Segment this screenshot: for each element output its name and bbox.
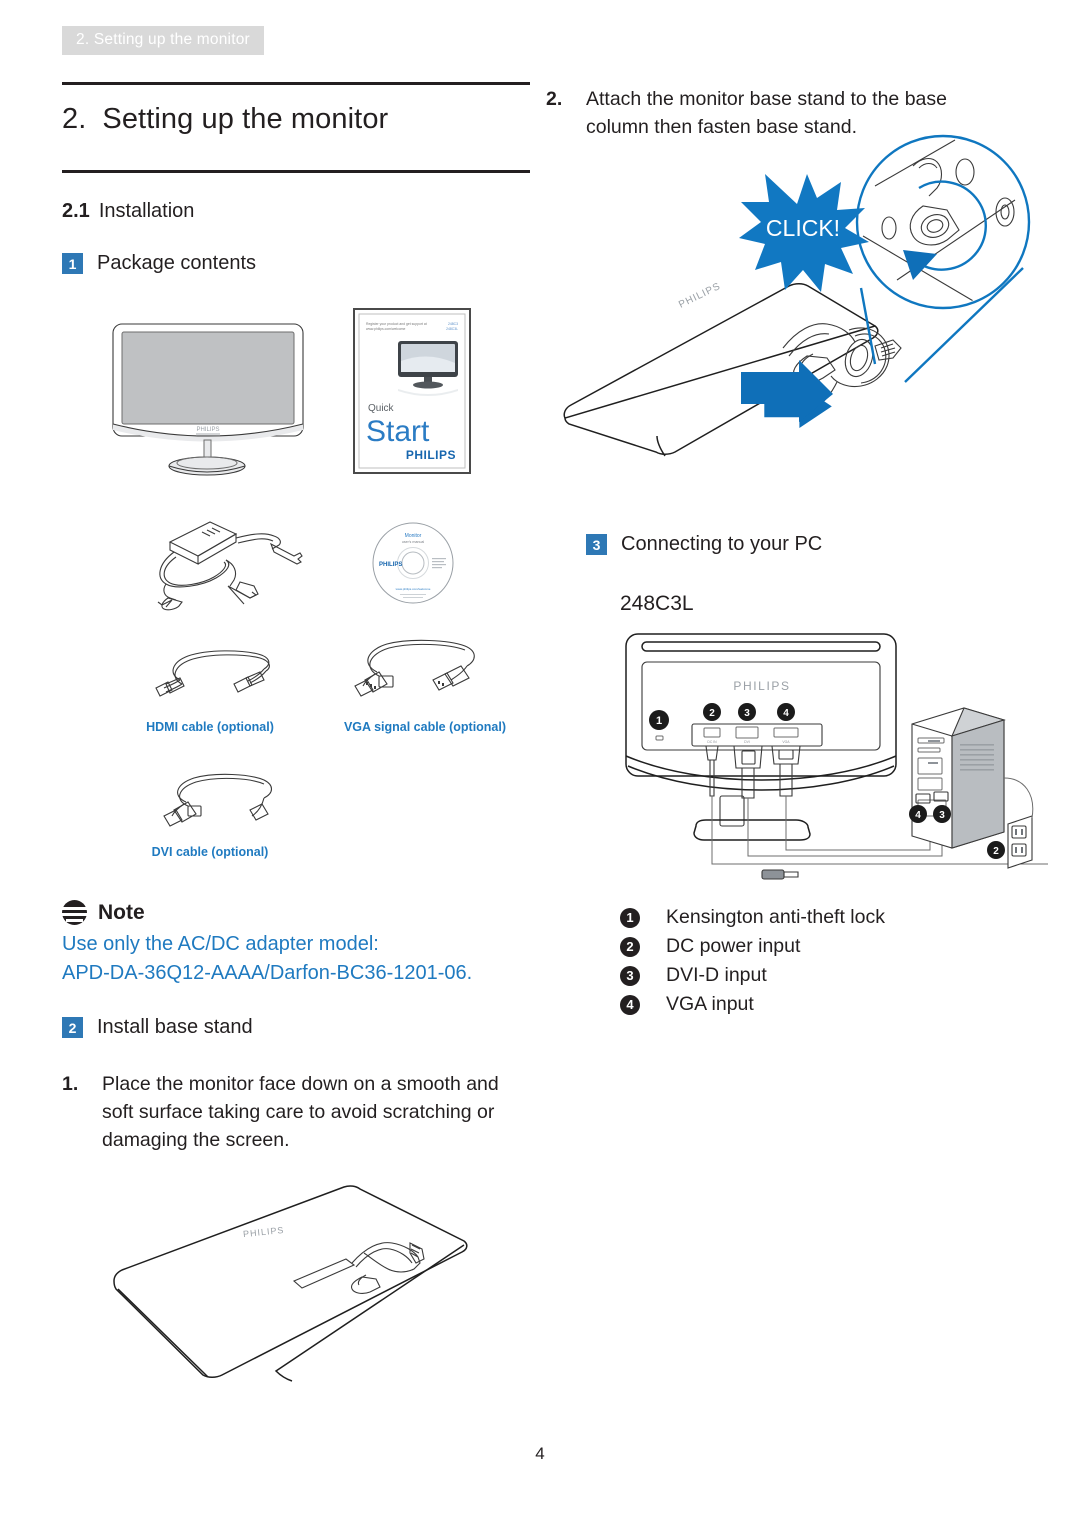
figure-rear-connections: PHILIPS DC IN DVI VGA 1 2 3 4 4 3 2	[612, 628, 1052, 890]
svg-text:3: 3	[744, 708, 750, 719]
rear-callout-dots: 1 2 3 4	[649, 703, 795, 730]
caption-dvi-cable: DVI cable (optional)	[151, 845, 269, 859]
cd-line1: Monitor	[405, 533, 422, 539]
rear-brand: PHILIPS	[733, 679, 790, 693]
cd-url: www.philips.com/welcome	[396, 587, 431, 591]
monitor-brand-text: PHILIPS	[196, 427, 219, 433]
figure-dvi-cable	[150, 762, 280, 838]
note-body: Use only the AC/DC adapter model: APD-DA…	[62, 930, 472, 988]
svg-text:DC IN: DC IN	[707, 740, 717, 744]
section-title: Installation	[98, 200, 195, 222]
svg-text:2: 2	[993, 846, 999, 857]
svg-text:1: 1	[656, 715, 662, 727]
legend-item-2: 2 DC power input	[620, 932, 885, 961]
svg-text:VGA: VGA	[782, 740, 790, 744]
figure-monitor-face-down: PHILIPS	[80, 1185, 470, 1385]
figure-driver-cd: Monitor user's manual PHILIPS www.philip…	[370, 520, 456, 606]
qsg-model1: 248C3	[448, 322, 458, 326]
figure-attach-base-stand: PHILIPS CLICK!	[545, 134, 1045, 510]
legend-item-3: 3 DVI-D input	[620, 961, 885, 990]
subsection-label-install-base-stand: Install base stand	[97, 1016, 253, 1038]
svg-text:3: 3	[939, 810, 945, 821]
title-rule-top	[62, 82, 530, 85]
figure-hdmi-cable	[150, 636, 280, 706]
svg-text:DVI: DVI	[744, 740, 750, 744]
step-2-text: Attach the monitor base stand to the bas…	[586, 88, 947, 138]
figure-quick-start-guide: Register your product and get support at…	[352, 307, 472, 475]
caption-hdmi-cable: HDMI cable (optional)	[146, 720, 274, 734]
cd-line2: user's manual	[402, 540, 424, 544]
qsg-quick: Quick	[368, 403, 395, 414]
subsection-label-connecting-to-pc: Connecting to your PC	[621, 533, 823, 555]
qsg-brand: PHILIPS	[406, 448, 456, 462]
legend-item-1: 1 Kensington anti-theft lock	[620, 903, 885, 932]
cd-brand: PHILIPS	[379, 562, 402, 568]
svg-text:2: 2	[709, 708, 715, 719]
legend-dot-4: 4	[620, 994, 640, 1015]
qsg-line1: Register your product and get support at	[366, 322, 427, 326]
subsection-connecting-to-pc: 3 Connecting to your PC	[586, 533, 822, 556]
step-1-marker: 1.	[62, 1073, 79, 1095]
manual-page: 2. Setting up the monitor 2. Setting up t…	[0, 0, 1080, 1527]
note-line-2: APD-DA-36Q12-AAAA/Darfon-BC36-1201-06.	[62, 962, 473, 984]
outlet-callout-dot: 2	[987, 841, 1005, 859]
model-name: 248C3L	[620, 592, 694, 615]
attach-brand: PHILIPS	[677, 281, 723, 311]
note-heading: Note	[62, 900, 145, 925]
subsection-install-base-stand: 2 Install base stand	[62, 1016, 253, 1039]
figure-vga-cable	[345, 630, 485, 708]
figure-monitor-front: PHILIPS	[108, 320, 308, 480]
legend-label-2: DC power input	[666, 935, 801, 957]
note-line-1: Use only the AC/DC adapter model:	[62, 933, 379, 955]
subsection-package-contents: 1 Package contents	[62, 252, 256, 275]
subsection-label-package-contents: Package contents	[97, 252, 256, 274]
qsg-start: Start	[366, 415, 430, 448]
legend-item-4: 4 VGA input	[620, 990, 885, 1019]
click-label: CLICK!	[766, 215, 840, 241]
svg-text:4: 4	[915, 810, 921, 821]
note-title: Note	[98, 900, 145, 924]
caption-vga-cable: VGA signal cable (optional)	[343, 720, 507, 734]
legend-label-4: VGA input	[666, 993, 754, 1015]
page-title: 2. Setting up the monitor	[62, 103, 388, 136]
face-down-brand: PHILIPS	[243, 1225, 285, 1239]
badge-1: 1	[62, 253, 83, 274]
qsg-model2: 248C3L	[446, 327, 458, 331]
step-2-marker: 2.	[546, 88, 563, 110]
legend-dot-2: 2	[620, 936, 640, 957]
svg-text:4: 4	[783, 708, 789, 719]
legend-dot-3: 3	[620, 965, 640, 986]
qsg-line2: www.philips.com/welcome	[366, 327, 405, 331]
step-2: 2. Attach the monitor base stand to the …	[546, 85, 1006, 141]
title-rule-bottom	[62, 170, 530, 173]
page-title-number: 2.	[62, 103, 87, 135]
page-number: 4	[535, 1444, 545, 1463]
badge-2: 2	[62, 1017, 83, 1038]
figure-ac-dc-adapter	[152, 512, 312, 612]
legend-label-3: DVI-D input	[666, 964, 767, 986]
running-header: 2. Setting up the monitor	[62, 26, 264, 55]
badge-3: 3	[586, 534, 607, 555]
page-title-text: Setting up the monitor	[102, 103, 389, 135]
legend-label-1: Kensington anti-theft lock	[666, 906, 885, 928]
section-number: 2.1	[62, 200, 90, 222]
legend-dot-1: 1	[620, 907, 640, 928]
step-1-text: Place the monitor face down on a smooth …	[102, 1073, 499, 1151]
port-legend: 1 Kensington anti-theft lock 2 DC power …	[620, 903, 885, 1019]
note-icon	[62, 900, 87, 925]
section-heading: 2.1 Installation	[62, 200, 194, 223]
step-1: 1. Place the monitor face down on a smoo…	[62, 1070, 532, 1154]
